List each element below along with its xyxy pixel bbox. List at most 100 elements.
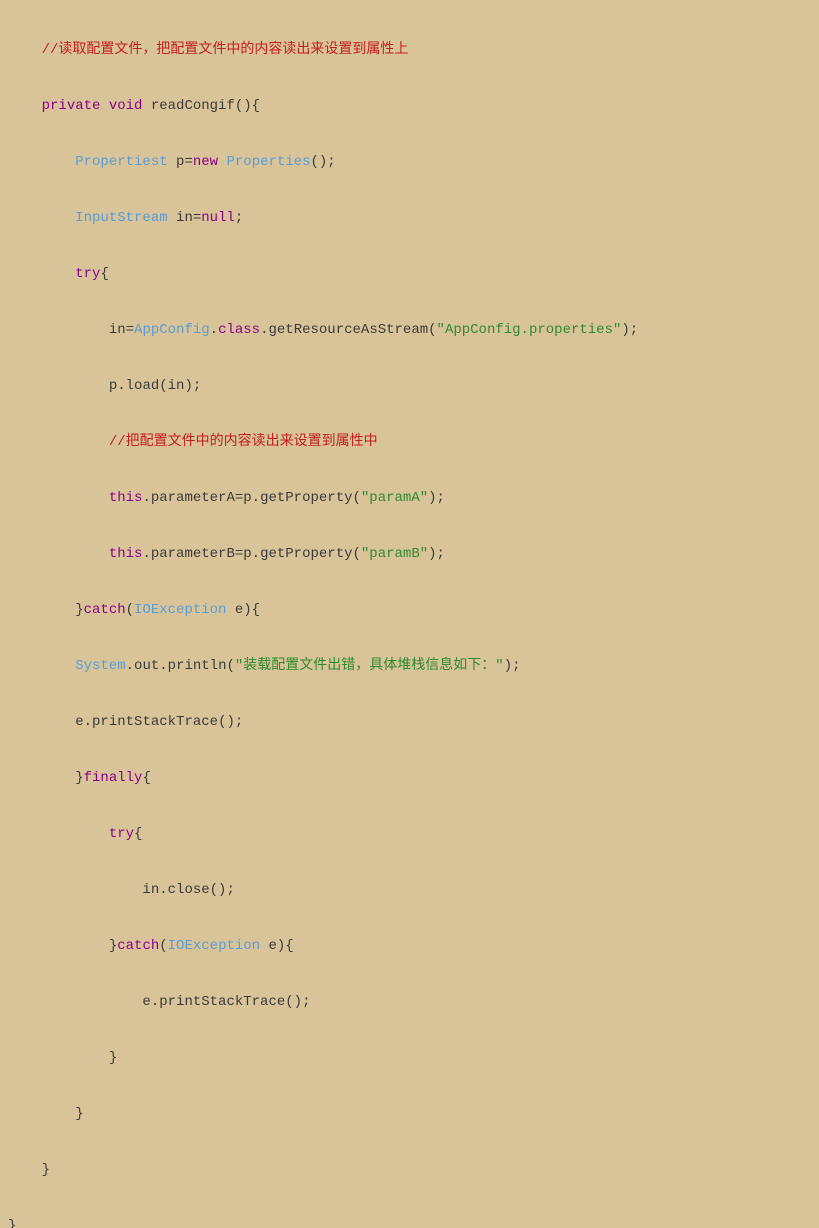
code-line: Propertiest p=new Properties(); [0, 148, 819, 176]
code-line: this.parameterB=p.getProperty("paramB"); [0, 540, 819, 568]
punctuation: ); [184, 378, 201, 394]
code-line: p.load(in); [0, 372, 819, 400]
punctuation: ); [504, 658, 521, 674]
keyword-try: try [109, 826, 134, 842]
punctuation: } [109, 938, 117, 954]
field-name: out [134, 658, 159, 674]
punctuation: . [159, 658, 167, 674]
variable: in [176, 210, 193, 226]
punctuation: . [260, 322, 268, 338]
code-line: this.parameterA=p.getProperty("paramA"); [0, 484, 819, 512]
punctuation: ); [428, 546, 445, 562]
code-line: InputStream in=null; [0, 204, 819, 232]
code-line: } [0, 1100, 819, 1128]
punctuation: . [159, 882, 167, 898]
method-name: close [168, 882, 210, 898]
comment: //读取配置文件，把配置文件中的内容读出来设置到属性上 [42, 42, 409, 58]
method-name: getResourceAsStream [269, 322, 429, 338]
comment: //把配置文件中的内容读出来设置到属性中 [109, 434, 378, 450]
code-line: e.printStackTrace(); [0, 988, 819, 1016]
code-line: }catch(IOException e){ [0, 932, 819, 960]
string-literal: "AppConfig.properties" [437, 322, 622, 338]
punctuation: { [100, 266, 108, 282]
variable: e [226, 602, 243, 618]
code-line: private void readCongif(){ [0, 92, 819, 120]
punctuation: . [142, 490, 150, 506]
variable: e [260, 938, 277, 954]
variable: e [142, 994, 150, 1010]
punctuation: . [252, 546, 260, 562]
punctuation: ( [159, 378, 167, 394]
code-line: e.printStackTrace(); [0, 708, 819, 736]
keyword-void: void [109, 98, 143, 114]
punctuation: (); [210, 882, 235, 898]
punctuation: ( [226, 658, 234, 674]
punctuation: ){ [277, 938, 294, 954]
punctuation: { [142, 770, 150, 786]
variable: in [109, 322, 126, 338]
type-name: Properties [226, 154, 310, 170]
code-line: in=AppConfig.class.getResourceAsStream("… [0, 316, 819, 344]
variable: e [75, 714, 83, 730]
punctuation: } [75, 1106, 83, 1122]
punctuation: } [109, 1050, 117, 1066]
keyword-catch: catch [84, 602, 126, 618]
punctuation: = [235, 490, 243, 506]
type-name: IOException [134, 602, 226, 618]
method-name: println [168, 658, 227, 674]
method-name: readCongif [151, 98, 235, 114]
punctuation: ); [428, 490, 445, 506]
method-name: printStackTrace [159, 994, 285, 1010]
keyword-try: try [75, 266, 100, 282]
code-line: //读取配置文件，把配置文件中的内容读出来设置到属性上 [0, 36, 819, 64]
code-line: in.close(); [0, 876, 819, 904]
punctuation: . [117, 378, 125, 394]
type-name: IOException [168, 938, 260, 954]
code-line: try{ [0, 260, 819, 288]
keyword-this: this [109, 490, 143, 506]
punctuation: . [142, 546, 150, 562]
punctuation: ( [159, 938, 167, 954]
variable: p [243, 490, 251, 506]
punctuation: (); [285, 994, 310, 1010]
punctuation: ); [621, 322, 638, 338]
type-name: Propertiest [75, 154, 167, 170]
keyword-new: new [193, 154, 218, 170]
variable: in [168, 378, 185, 394]
punctuation: ){ [243, 602, 260, 618]
code-line: }finally{ [0, 764, 819, 792]
field-name: parameterA [151, 490, 235, 506]
punctuation: ( [353, 490, 361, 506]
keyword-this: this [109, 546, 143, 562]
punctuation: (){ [235, 98, 260, 114]
punctuation: . [151, 994, 159, 1010]
punctuation: . [126, 658, 134, 674]
code-block: //读取配置文件，把配置文件中的内容读出来设置到属性上 private void… [0, 8, 819, 1228]
punctuation: . [210, 322, 218, 338]
punctuation: (); [311, 154, 336, 170]
punctuation: . [84, 714, 92, 730]
code-line: } [0, 1156, 819, 1184]
punctuation: } [75, 770, 83, 786]
keyword-private: private [42, 98, 101, 114]
code-line: System.out.println("装载配置文件出错，具体堆栈信息如下：")… [0, 652, 819, 680]
code-line: //把配置文件中的内容读出来设置到属性中 [0, 428, 819, 456]
punctuation: ( [126, 602, 134, 618]
punctuation: (); [218, 714, 243, 730]
punctuation: ( [353, 546, 361, 562]
code-line: }catch(IOException e){ [0, 596, 819, 624]
variable: p [109, 378, 117, 394]
variable: in [142, 882, 159, 898]
keyword-finally: finally [84, 770, 143, 786]
code-line: try{ [0, 820, 819, 848]
string-literal: "paramB" [361, 546, 428, 562]
type-name: System [75, 658, 125, 674]
keyword-null: null [201, 210, 235, 226]
code-line: } [0, 1044, 819, 1072]
variable: p [243, 546, 251, 562]
punctuation: } [42, 1162, 50, 1178]
punctuation: = [235, 546, 243, 562]
punctuation: } [8, 1218, 16, 1228]
punctuation: ; [235, 210, 243, 226]
string-literal: "paramA" [361, 490, 428, 506]
